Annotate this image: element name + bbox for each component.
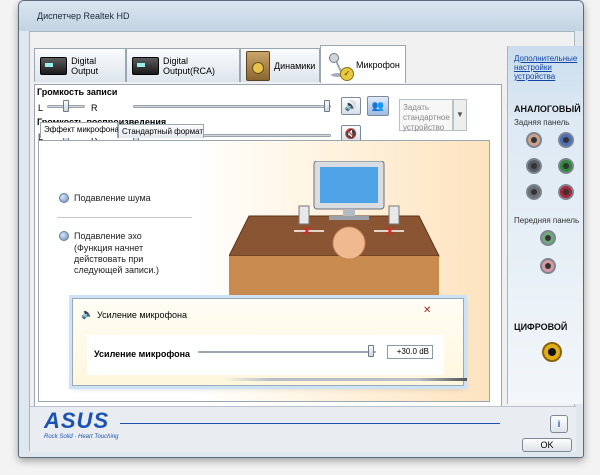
digital-output-rca-device-icon — [132, 56, 159, 75]
recording-balance-right-label: R — [91, 103, 98, 113]
right-cross-icon: ✕ — [384, 224, 396, 240]
bottom-bar: ASUS Rock Solid · Heart Touching i OK — [30, 406, 576, 452]
left-cross-icon: ✕ — [301, 224, 313, 240]
audio-jack-icon[interactable] — [558, 132, 574, 148]
audio-jack-icon[interactable] — [526, 158, 542, 174]
mic-boost-label: Усиление микрофона — [94, 349, 191, 359]
audio-jack-icon[interactable] — [558, 184, 574, 200]
asus-tagline: Rock Solid · Heart Touching — [44, 434, 119, 440]
tab-label: Динамики — [274, 60, 316, 71]
muted-speaker-icon: 🔇 — [344, 128, 358, 140]
audio-jack-icon[interactable] — [526, 132, 542, 148]
options-divider — [57, 217, 192, 218]
close-icon[interactable]: ✕ — [423, 305, 431, 316]
tab-label: Digital Output — [71, 55, 99, 76]
tab-label: Эффект микрофона — [44, 125, 120, 134]
speaker-icon: 🔈 — [81, 309, 94, 320]
popup-title: Усиление микрофона — [97, 310, 187, 320]
tab-standard-format[interactable]: Стандартный формат — [118, 124, 204, 138]
noise-suppression-label: Подавление шума — [74, 193, 151, 203]
speaker-volume-icon: 🔊 — [344, 100, 358, 112]
coax-jack-icon — [548, 348, 556, 356]
tab-label: Микрофон — [356, 59, 400, 70]
audio-jack-icon[interactable] — [540, 230, 556, 246]
window-client-area: Digital Output Digital Output(RCA) Динам… — [29, 31, 583, 452]
audio-jack-icon[interactable] — [526, 184, 542, 200]
tab-digital-output-rca[interactable]: Digital Output(RCA) — [126, 48, 240, 82]
speakers-icon-wrap — [246, 50, 270, 81]
front-panel-label: Передняя панель — [514, 216, 580, 225]
recording-volume-label: Громкость записи — [37, 87, 118, 97]
mic-boost-thumb[interactable] — [368, 345, 374, 357]
right-speaker-icon — [388, 205, 400, 225]
mic-boost-popup: 🔈 Усиление микрофона ✕ Усиление микрофон… — [72, 298, 467, 386]
asus-logo: ASUS — [44, 408, 110, 433]
recording-monitor-button[interactable]: 👥 — [367, 96, 389, 116]
title-bar: Диспетчер Realtek HD — [19, 1, 583, 31]
tab-label: Стандартный формат — [122, 127, 204, 136]
mic-boost-track[interactable] — [198, 351, 376, 353]
digital-coax-jack[interactable] — [542, 342, 562, 362]
left-speaker-icon — [298, 205, 310, 225]
ok-button[interactable]: OK — [522, 438, 572, 452]
default-device-dropdown[interactable]: Задать стандартное устройство — [399, 99, 453, 132]
tab-microphone[interactable]: ✓ Микрофон — [320, 45, 406, 83]
ok-button-label: OK — [540, 440, 554, 450]
default-device-label: Задать стандартное устройство — [403, 103, 450, 132]
echo-suppression-note: (Функция начнет действовать при следующе… — [74, 243, 159, 275]
mic-boost-body: Усиление микрофона +30.0 dB — [87, 335, 467, 381]
speakers-icon — [246, 50, 270, 81]
tab-microphone-effects[interactable]: Эффект микрофона — [40, 122, 120, 138]
brand-line — [120, 423, 500, 424]
tab-label: Digital Output(RCA) — [163, 55, 216, 76]
default-device-dropdown-arrow[interactable]: ▼ — [453, 99, 467, 131]
people-icon: 👥 — [371, 100, 385, 112]
recording-balance-thumb[interactable] — [63, 100, 69, 112]
info-icon: i — [557, 419, 561, 429]
checkmark-icon: ✓ — [340, 66, 354, 81]
desk-icon — [229, 215, 440, 257]
tab-speakers[interactable]: Динамики — [240, 48, 320, 82]
recording-balance-left-label: L — [38, 103, 44, 113]
audio-jack-icon[interactable] — [540, 258, 556, 274]
user-head-icon — [332, 226, 366, 260]
echo-suppression-label: Подавление эхо — [74, 231, 142, 241]
connector-panel: Дополнительные настройки устройства ▰ АН… — [507, 46, 583, 404]
echo-suppression-toggle[interactable] — [59, 231, 69, 241]
chevron-down-icon: ▼ — [456, 110, 464, 119]
rear-panel-jacks — [526, 132, 583, 210]
mic-boost-value-field: +30.0 dB — [387, 345, 433, 359]
recording-volume-thumb[interactable] — [324, 100, 330, 112]
tab-digital-output[interactable]: Digital Output — [34, 48, 126, 82]
microphone-icon: ✓ — [326, 51, 354, 81]
popup-scroll-shadow — [222, 378, 467, 381]
window-title: Диспетчер Realtek HD — [37, 11, 130, 21]
recording-mute-button[interactable]: 🔊 — [341, 97, 361, 115]
info-button[interactable]: i — [550, 415, 568, 433]
analog-section-title: АНАЛОГОВЫЙ — [514, 104, 581, 114]
recording-volume-track[interactable] — [133, 105, 331, 108]
room-illustration: ✕ ✕ — [229, 161, 440, 311]
audio-jack-icon[interactable] — [558, 158, 574, 174]
realtek-window: Диспетчер Realtek HD Digital Output Digi… — [18, 0, 584, 458]
rear-panel-label: Задняя панель — [514, 118, 570, 127]
digital-section-title: ЦИФРОВОЙ — [514, 322, 568, 332]
front-panel-jacks — [540, 230, 564, 290]
digital-output-device-icon — [40, 56, 68, 75]
noise-suppression-toggle[interactable] — [59, 193, 69, 203]
advanced-settings-link[interactable]: Дополнительные настройки устройства — [514, 54, 583, 81]
device-tabs: Digital Output Digital Output(RCA) Динам… — [34, 45, 410, 84]
